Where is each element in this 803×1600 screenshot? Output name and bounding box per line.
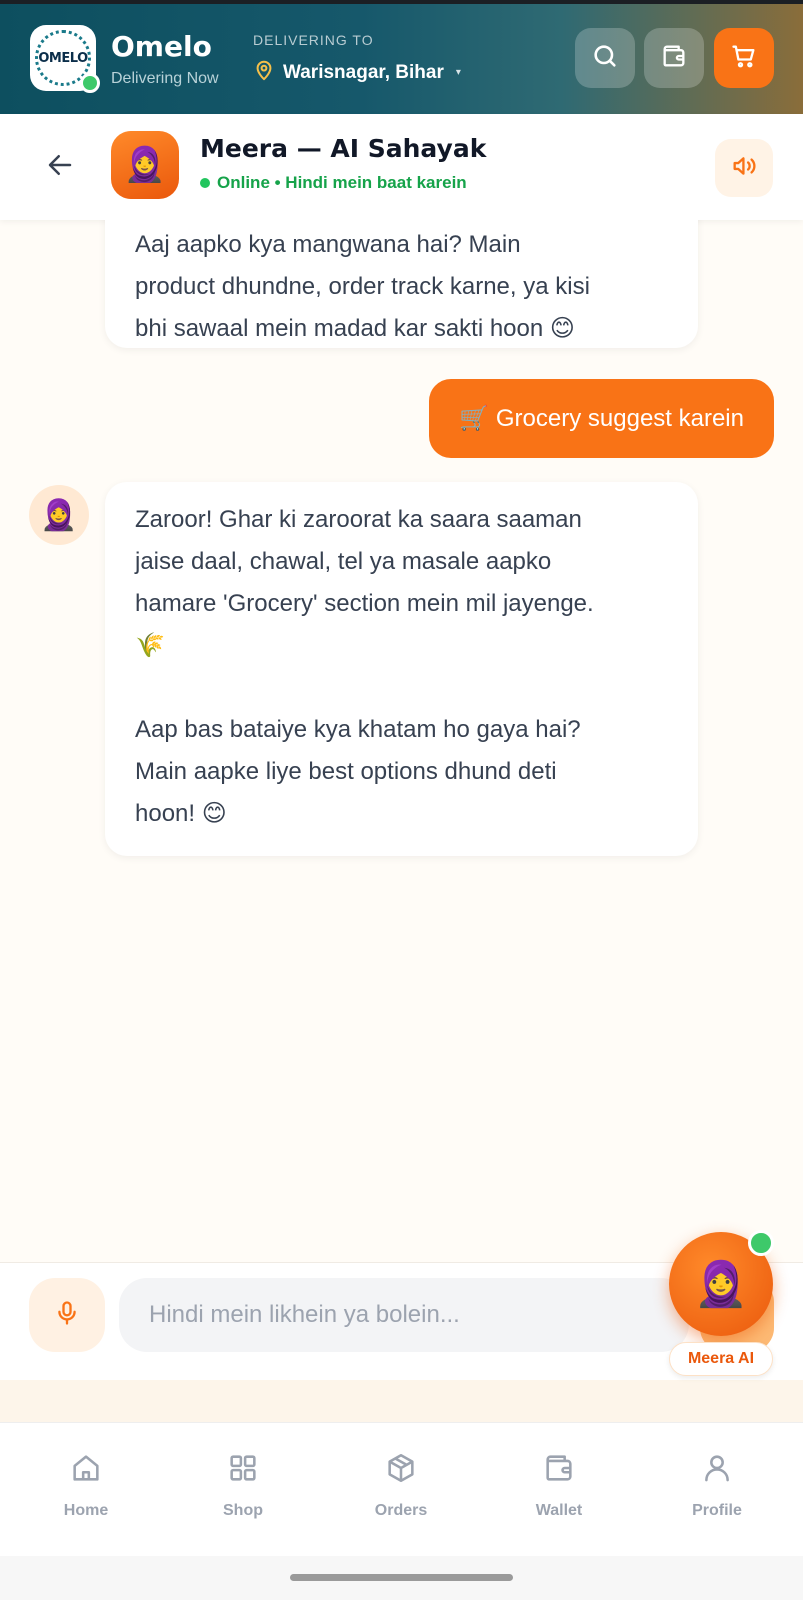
omelo-logo[interactable]: OMELO (30, 25, 100, 93)
nav-label: Profile (692, 1502, 742, 1519)
nav-label: Shop (223, 1502, 263, 1519)
bottom-nav: Home Shop Orders Wallet Profile (0, 1422, 803, 1556)
chat-messages[interactable]: Aaj aapko kya mangwana hai? Main product… (0, 220, 803, 1262)
nav-item-home[interactable]: Home (26, 1451, 146, 1520)
nav-label: Wallet (535, 1502, 583, 1519)
assistant-message-avatar: 🧕 (29, 485, 89, 545)
brand-name: Omelo (111, 30, 212, 63)
online-status-dot (200, 178, 210, 188)
delivering-to-label: DELIVERING TO (253, 32, 374, 48)
meera-ai-label[interactable]: Meera AI (669, 1342, 773, 1376)
chat-title: Meera — AI Sahayak (200, 134, 487, 163)
back-button[interactable] (40, 147, 80, 187)
wallet-icon (542, 1451, 576, 1490)
cart-button[interactable] (714, 28, 774, 88)
message-text: Aaj aapko kya mangwana hai? Main product… (135, 231, 590, 342)
status-text: Online • Hindi mein baat karein (217, 173, 467, 192)
nav-item-orders[interactable]: Orders (341, 1451, 461, 1520)
location-selector[interactable]: Warisnagar, Bihar ▾ (253, 58, 461, 87)
wallet-button[interactable] (644, 28, 704, 88)
divider-strip (0, 1380, 803, 1422)
assistant-message: Zaroor! Ghar ki zaroorat ka saara saaman… (105, 482, 698, 856)
nav-label: Orders (374, 1502, 428, 1519)
chat-header: 🧕 Meera — AI Sahayak Online • Hindi mein… (0, 114, 803, 220)
assistant-avatar: 🧕 (111, 131, 179, 199)
app-header: OMELO Omelo Delivering Now DELIVERING TO… (0, 0, 803, 114)
arrow-left-icon (45, 150, 75, 185)
grid-icon (226, 1451, 260, 1490)
assistant-message: Aaj aapko kya mangwana hai? Main product… (105, 220, 698, 348)
speaker-icon (730, 152, 758, 185)
delivery-location: Warisnagar, Bihar (283, 61, 444, 83)
microphone-icon (53, 1298, 81, 1333)
message-text: Zaroor! Ghar ki zaroorat ka saara saaman… (135, 506, 594, 827)
user-icon (700, 1451, 734, 1490)
chevron-down-icon: ▾ (455, 67, 461, 78)
location-pin-icon (253, 58, 275, 87)
home-icon (69, 1451, 103, 1490)
nav-item-profile[interactable]: Profile (657, 1451, 777, 1520)
cart-icon (730, 42, 758, 75)
mic-button[interactable] (29, 1278, 105, 1352)
nav-item-wallet[interactable]: Wallet (499, 1451, 619, 1520)
message-text: 🛒 Grocery suggest karein (459, 405, 744, 432)
wallet-icon (660, 42, 688, 75)
home-indicator[interactable] (290, 1574, 513, 1581)
chat-status: Online • Hindi mein baat karein (200, 173, 467, 193)
message-input[interactable] (119, 1278, 689, 1352)
logo-text: OMELO (38, 50, 88, 66)
nav-item-shop[interactable]: Shop (183, 1451, 303, 1520)
brand-subtitle: Delivering Now (111, 70, 219, 87)
search-icon (591, 42, 619, 75)
user-message: 🛒 Grocery suggest karein (429, 379, 774, 458)
fab-online-dot (748, 1230, 774, 1256)
online-dot (80, 73, 100, 93)
search-button[interactable] (575, 28, 635, 88)
voice-output-button[interactable] (715, 139, 773, 197)
nav-label: Home (63, 1502, 109, 1519)
box-icon (384, 1451, 418, 1490)
